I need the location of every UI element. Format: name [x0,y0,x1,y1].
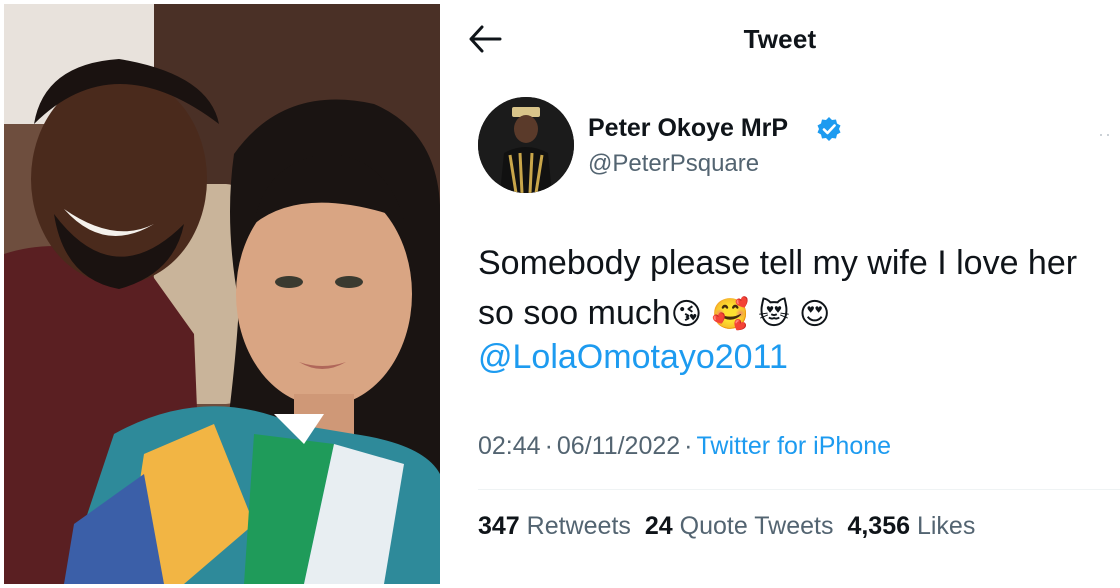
tweet-meta: 02:44 · 06/11/2022 · Twitter for iPhone [478,432,891,461]
meta-separator: · [684,432,693,460]
meta-separator: · [544,432,553,460]
mention-link[interactable]: @LolaOmotayo2011 [478,338,788,377]
tweet-stats: 347 Retweets 24 Quote Tweets 4,356 Likes [478,512,989,541]
page-title: Tweet [743,24,817,54]
avatar-image [478,97,574,193]
emoji-heart-eyes-cat: 😻 [758,297,790,332]
author-handle[interactable]: @PeterPsquare [588,150,759,178]
retweets-stat[interactable]: 347 Retweets [478,512,631,540]
tweet-panel: Tweet Peter Okoye MrP @PeterPsquare ·· S… [440,0,1120,588]
emoji-smiling-hearts: 🥰 [711,297,749,332]
likes-label: Likes [916,512,976,540]
avatar[interactable] [478,97,574,193]
tweet-text: Somebody please tell my wife I love her … [478,238,1108,340]
couple-photo-illustration [4,4,440,584]
quote-tweets-count: 24 [644,512,673,540]
emoji-kiss: 😘 [670,297,703,332]
emoji-heart-eyes: 😍 [799,297,831,332]
couple-photo [4,4,440,584]
tweet-source-link[interactable]: Twitter for iPhone [697,432,892,460]
divider [478,489,1120,490]
retweets-count: 347 [478,512,520,540]
tweet-time: 02:44 [478,432,541,460]
verified-badge-icon [816,116,842,142]
quote-tweets-label: Quote Tweets [679,512,834,540]
composite-image: Tweet Peter Okoye MrP @PeterPsquare ·· S… [0,0,1120,588]
likes-count: 4,356 [847,512,911,540]
more-options-icon[interactable]: ·· [1098,124,1112,145]
likes-stat[interactable]: 4,356 Likes [847,512,975,540]
author-display-name[interactable]: Peter Okoye MrP [588,114,788,143]
quote-tweets-stat[interactable]: 24 Quote Tweets [645,512,834,540]
retweets-label: Retweets [526,512,631,540]
tweet-date: 06/11/2022 [556,432,681,460]
